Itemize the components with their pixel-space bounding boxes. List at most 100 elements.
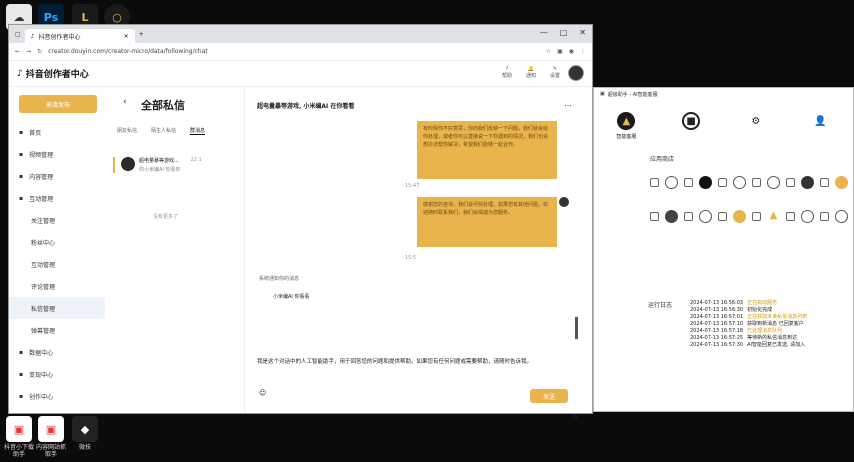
desktop-app-1-label: 抖音小下载助手 [3, 444, 34, 458]
sidebar-item-12[interactable]: ▪ 创作中心 [9, 385, 105, 407]
log-row: 2024-07-13 16:57:18 已处理消息队列 [690, 328, 807, 335]
sidebar-item-0[interactable]: ▪ 首页 [9, 121, 105, 143]
app-leaf-icon[interactable] [733, 176, 746, 189]
desktop-app-2-icon[interactable]: ▣ [38, 416, 64, 442]
browser-tab[interactable]: ♪ 抖音创作者中心 ✕ [24, 29, 135, 43]
desktop-app-3-icon[interactable]: ◆ [72, 416, 98, 442]
sidebar-item-7[interactable]: 评论管理 [9, 275, 105, 297]
checkbox[interactable] [820, 178, 829, 187]
more-icon[interactable]: ⋯ [564, 101, 572, 110]
message-input[interactable]: 我是这个对话中的人工智能助手，用于回答您的问题和提供帮助。如果您有任何问题或需要… [257, 357, 532, 365]
app-circle-icon[interactable] [699, 210, 712, 223]
back-icon[interactable]: ← [15, 48, 20, 55]
site-logo[interactable]: ♪ 抖音创作者中心 [17, 67, 89, 81]
tab-close-icon[interactable]: ✕ [124, 33, 129, 40]
notify-button[interactable]: 🔔 通知 [526, 66, 536, 79]
tab-strangers[interactable]: 陌生人私信 [151, 127, 176, 135]
forward-icon[interactable]: → [26, 48, 31, 55]
help-label: 帮助 [501, 73, 512, 79]
app-gear-icon[interactable] [665, 210, 678, 223]
checkbox[interactable] [718, 178, 727, 187]
list-item[interactable]: 超电量暴等游戏... 你小米编AI 你看你 22:1 [113, 157, 244, 173]
app-gold-icon[interactable] [733, 210, 746, 223]
ai-service-button[interactable]: ▲ 智能客服 [594, 112, 659, 140]
app-orange-icon[interactable] [835, 176, 848, 189]
sidebar-item-6[interactable]: 互动管理 [9, 253, 105, 275]
assistant-toolbar: ▲ 智能客服 ■ ⚙ 👤 [594, 112, 853, 140]
desktop-app-1-icon[interactable]: ▣ [6, 416, 32, 442]
close-window-button[interactable]: ✕ [579, 28, 586, 37]
sidebar-item-5[interactable]: 粉丝中心 [9, 231, 105, 253]
extensions-icon[interactable]: ▣ [557, 48, 563, 55]
checkbox[interactable] [752, 178, 761, 187]
checkbox[interactable] [752, 212, 761, 221]
app-douyin-icon[interactable] [699, 176, 712, 189]
checkbox[interactable] [650, 212, 659, 221]
scrollbar[interactable] [575, 317, 578, 339]
sidebar-item-4[interactable]: 关注管理 [9, 209, 105, 231]
sidebar-item-label: 创作中心 [29, 393, 54, 401]
checkbox[interactable] [718, 212, 727, 221]
log-text: 初始化完成 [747, 307, 773, 313]
douyin-favicon-icon: ♪ [30, 32, 35, 40]
minimize-button[interactable]: — [540, 28, 548, 37]
settings-button[interactable]: ⚙ [724, 112, 789, 140]
sidebar-item-label: 弹幕管理 [31, 327, 56, 335]
sidebar-item-2[interactable]: ▪ 内容管理 [9, 165, 105, 187]
avatar[interactable] [568, 65, 584, 81]
sidebar-item-10[interactable]: ▪ 数据中心 [9, 341, 105, 363]
help-button[interactable]: ? 帮助 [502, 66, 512, 79]
profile-icon[interactable]: ◉ [569, 48, 574, 55]
sidebar-item-11[interactable]: ▪ 变现中心 [9, 363, 105, 385]
checkbox[interactable] [684, 212, 693, 221]
app-bot-icon[interactable] [801, 210, 814, 223]
tab-friends[interactable]: 朋友私信 [117, 127, 137, 135]
sidebar-item-label: 粉丝中心 [31, 239, 56, 247]
app-chat-icon[interactable] [767, 176, 780, 189]
browser-menu-icon[interactable]: ▢ [15, 31, 21, 38]
publish-button[interactable]: 高清发布 [19, 95, 97, 113]
app-car-icon[interactable] [801, 176, 814, 189]
sidebar-item-label: 关注管理 [31, 217, 56, 225]
app-triangle-icon[interactable]: ▲ [767, 210, 780, 223]
back-arrow-icon[interactable]: ‹ [123, 97, 127, 107]
tab-groups[interactable]: 群消息 [190, 127, 206, 135]
bookmark-star-icon[interactable]: ☆ [546, 48, 551, 55]
checkbox[interactable] [650, 178, 659, 187]
reload-icon[interactable]: ↻ [37, 48, 42, 55]
stop-button[interactable]: ■ [659, 112, 724, 140]
checkbox[interactable] [786, 178, 795, 187]
sidebar-item-8[interactable]: 私信管理 [9, 297, 105, 319]
app-tool-icon[interactable] [835, 210, 848, 223]
log-text: 正在获取未读私信消息列表 [747, 314, 808, 320]
no-more-text: 没有更多了 [153, 214, 179, 220]
app-header: ♪ 抖音创作者中心 ? 帮助 🔔 通知 ✎ 设置 [9, 61, 592, 87]
user-button[interactable]: 👤 [788, 112, 853, 140]
checkbox[interactable] [820, 212, 829, 221]
checkbox[interactable] [684, 178, 693, 187]
url-field[interactable]: creator.douyin.com/creator-micro/data/fo… [48, 48, 540, 55]
interact-icon: ▪ [19, 194, 24, 202]
maximize-button[interactable]: □ [560, 28, 568, 37]
new-tab-button[interactable]: + [139, 31, 144, 38]
checkbox[interactable] [786, 212, 795, 221]
browser-window: ▢ ♪ 抖音创作者中心 ✕ + — □ ✕ ← → ↻ creator.douy… [8, 24, 593, 421]
send-button[interactable]: 发送 [530, 389, 568, 403]
chat-panel: 超电量暴等游戏, 小米编AI 在你看看 ⋯ 有时候你不好意思，你向我们反映一下问… [245, 87, 592, 421]
sidebar-item-label: 首页 [29, 129, 42, 137]
tool-label: 设置 [549, 73, 560, 79]
app-row-1 [650, 176, 848, 189]
settings-small-icon[interactable]: ⚙ [572, 413, 578, 421]
conversation-avatar [121, 157, 135, 171]
browser-menu-dots-icon[interactable]: ⋮ [580, 48, 586, 55]
tool-button[interactable]: ✎ 设置 [550, 66, 560, 79]
sidebar-item-3[interactable]: ▪ 互动管理 [9, 187, 105, 209]
mouse-cursor-icon: ➤ [732, 100, 740, 110]
sidebar-item-1[interactable]: ▪ 视频管理 [9, 143, 105, 165]
sidebar-item-9[interactable]: 弹幕管理 [9, 319, 105, 341]
conversation-name: 超电量暴等游戏... [139, 158, 179, 164]
app-cloud-icon[interactable] [665, 176, 678, 189]
home-icon: ▪ [19, 128, 24, 136]
emoji-icon[interactable]: ☺ [259, 389, 266, 397]
log-time: 2024-07-13 16:57:10 [690, 321, 744, 327]
